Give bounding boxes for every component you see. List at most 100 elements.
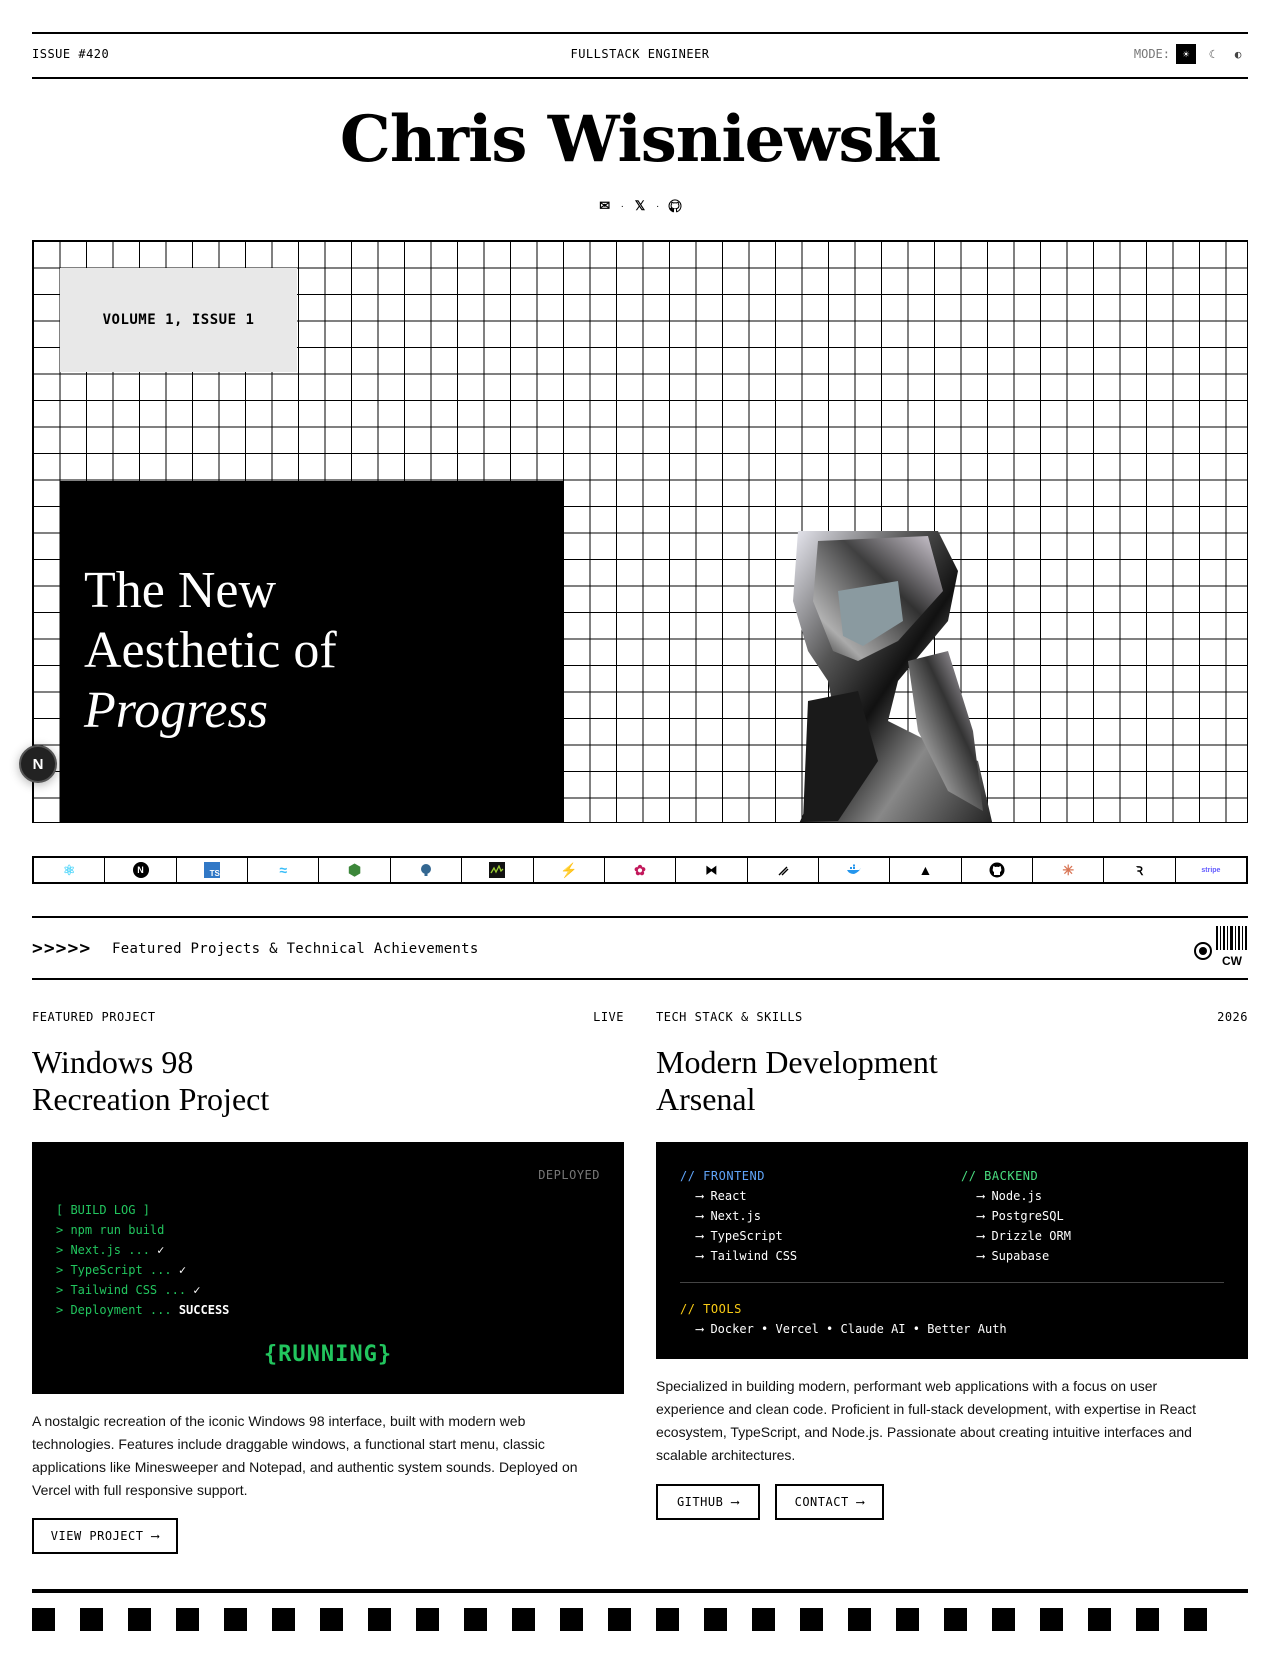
hono-icon: ⧓ xyxy=(705,863,718,877)
slash-icon xyxy=(775,862,791,878)
tech-cell[interactable] xyxy=(962,858,1034,882)
headline-box: The New Aesthetic of Progress xyxy=(60,481,563,822)
mode-label: MODE: xyxy=(1133,47,1170,61)
tech-cell[interactable]: stripe xyxy=(1176,858,1246,882)
hero-headline: The New Aesthetic of Progress xyxy=(84,561,337,741)
tech-cell[interactable]: Ꝛ xyxy=(1104,858,1176,882)
tech-cell[interactable] xyxy=(462,858,534,882)
vercel-icon: ▲ xyxy=(918,862,933,878)
headline-line: Aesthetic of xyxy=(84,622,337,679)
list-item: ⟶ Tailwind CSS xyxy=(696,1249,798,1263)
column-label: FEATURED PROJECT xyxy=(32,1010,156,1024)
tech-cell[interactable]: ⚡ xyxy=(534,858,605,882)
button-label: GITHUB xyxy=(676,1495,724,1509)
pulse-icon xyxy=(489,862,506,878)
tech-strip: ⚛ N TS ≈ ⬢ ⚡ ✿ ⧓ ▲ ✳ Ꝛ stripe xyxy=(32,856,1248,884)
tech-cell[interactable] xyxy=(391,858,463,882)
tools-heading: // TOOLS xyxy=(680,1302,742,1316)
tech-cell[interactable]: TS xyxy=(177,858,249,882)
role-title: FULLSTACK ENGINEER xyxy=(570,47,710,61)
frontend-heading: // FRONTEND xyxy=(680,1169,765,1183)
contrast-mode-icon[interactable]: ◐ xyxy=(1228,44,1248,64)
project-title: Windows 98 Recreation Project xyxy=(32,1044,624,1118)
log-line: > TypeScript ... ✓ xyxy=(56,1263,187,1277)
stack-terminal: // FRONTEND ⟶ React ⟶ Next.js ⟶ TypeScri… xyxy=(656,1142,1248,1359)
postgresql-icon xyxy=(418,862,434,878)
tech-cell[interactable] xyxy=(819,858,891,882)
github-icon xyxy=(989,862,1005,878)
nextjs-badge[interactable]: N xyxy=(19,745,57,783)
typescript-icon: TS xyxy=(203,862,220,878)
list-item: ⟶ Drizzle ORM xyxy=(977,1229,1071,1243)
list-item: ⟶ Supabase xyxy=(977,1249,1050,1263)
log-title: [ BUILD LOG ] xyxy=(56,1203,150,1217)
section-header: >>>>> Featured Projects & Technical Achi… xyxy=(32,916,1248,980)
tech-cell[interactable]: ▲ xyxy=(890,858,962,882)
hero-grid: VOLUME 1, ISSUE 1 The New Aesthetic of P… xyxy=(32,240,1248,823)
square xyxy=(608,1608,631,1631)
mail-icon[interactable]: ✉ xyxy=(597,198,613,214)
arrow-right-icon: ⟶ xyxy=(151,1529,160,1543)
arrow-right-icon: ⟶ xyxy=(731,1495,740,1509)
skills-description: Specialized in building modern, performa… xyxy=(656,1378,1197,1463)
volume-label: VOLUME 1, ISSUE 1 xyxy=(60,268,297,372)
square xyxy=(272,1608,295,1631)
square xyxy=(416,1608,439,1631)
button-label: VIEW PROJECT xyxy=(50,1529,144,1543)
square xyxy=(656,1608,679,1631)
title-line: Recreation Project xyxy=(32,1081,270,1117)
list-item: ⟶ React xyxy=(696,1189,747,1203)
square xyxy=(80,1608,103,1631)
list-item: ⟶ PostgreSQL xyxy=(977,1209,1064,1223)
stripe-icon: stripe xyxy=(1201,866,1221,874)
nextjs-icon: N xyxy=(132,862,149,878)
square xyxy=(224,1608,247,1631)
project-description: A nostalgic recreation of the iconic Win… xyxy=(32,1413,578,1498)
square xyxy=(704,1608,727,1631)
light-mode-icon[interactable]: ☀ xyxy=(1176,44,1196,64)
tailwind-icon: ≈ xyxy=(279,862,288,878)
column-label: TECH STACK & SKILLS xyxy=(656,1010,803,1024)
title-line: Modern Development xyxy=(656,1044,938,1080)
tech-cell[interactable]: ✿ xyxy=(605,858,677,882)
social-links: ✉ · 𝕏 · xyxy=(0,198,1280,214)
view-project-button[interactable]: VIEW PROJECT ⟶ xyxy=(32,1518,178,1554)
tech-cell[interactable]: ⬢ xyxy=(319,858,391,882)
github-icon[interactable] xyxy=(667,198,683,214)
square xyxy=(1184,1608,1207,1631)
checker-pattern xyxy=(32,1608,1207,1631)
square xyxy=(560,1608,583,1631)
running-status: {RUNNING} xyxy=(263,1342,393,1367)
tech-cell[interactable]: ✳ xyxy=(1033,858,1105,882)
nodejs-icon: ⬢ xyxy=(348,862,362,879)
barcode-icon xyxy=(1216,926,1247,950)
deployed-status: DEPLOYED xyxy=(538,1168,600,1182)
status-tag: LIVE xyxy=(593,1010,624,1024)
divider xyxy=(680,1282,1224,1283)
github-button[interactable]: GITHUB ⟶ xyxy=(656,1484,760,1520)
tech-cell[interactable]: ⚛ xyxy=(34,858,106,882)
square xyxy=(896,1608,919,1631)
target-icon xyxy=(1194,942,1212,960)
square xyxy=(848,1608,871,1631)
tech-cell[interactable]: ⧓ xyxy=(676,858,748,882)
list-item: ⟶ TypeScript xyxy=(696,1229,783,1243)
square xyxy=(752,1608,775,1631)
tech-cell[interactable] xyxy=(748,858,819,882)
x-icon[interactable]: 𝕏 xyxy=(632,198,648,214)
frontend-list: // FRONTEND ⟶ React ⟶ Next.js ⟶ TypeScri… xyxy=(680,1166,797,1266)
tech-cell[interactable]: N xyxy=(105,858,177,882)
square xyxy=(800,1608,823,1631)
square xyxy=(128,1608,151,1631)
dark-mode-icon[interactable]: ☾ xyxy=(1202,44,1222,64)
square xyxy=(176,1608,199,1631)
square xyxy=(992,1608,1015,1631)
footer-rule xyxy=(32,1589,1248,1593)
log-line: > npm run build xyxy=(56,1223,165,1237)
chrome-figure-image xyxy=(793,531,993,822)
contact-button[interactable]: CONTACT ⟶ xyxy=(775,1484,884,1520)
tech-cell[interactable]: ≈ xyxy=(248,858,320,882)
square xyxy=(944,1608,967,1631)
section-arrows: >>>>> xyxy=(32,938,92,959)
log-line: > Deployment ... SUCCESS xyxy=(56,1303,230,1317)
